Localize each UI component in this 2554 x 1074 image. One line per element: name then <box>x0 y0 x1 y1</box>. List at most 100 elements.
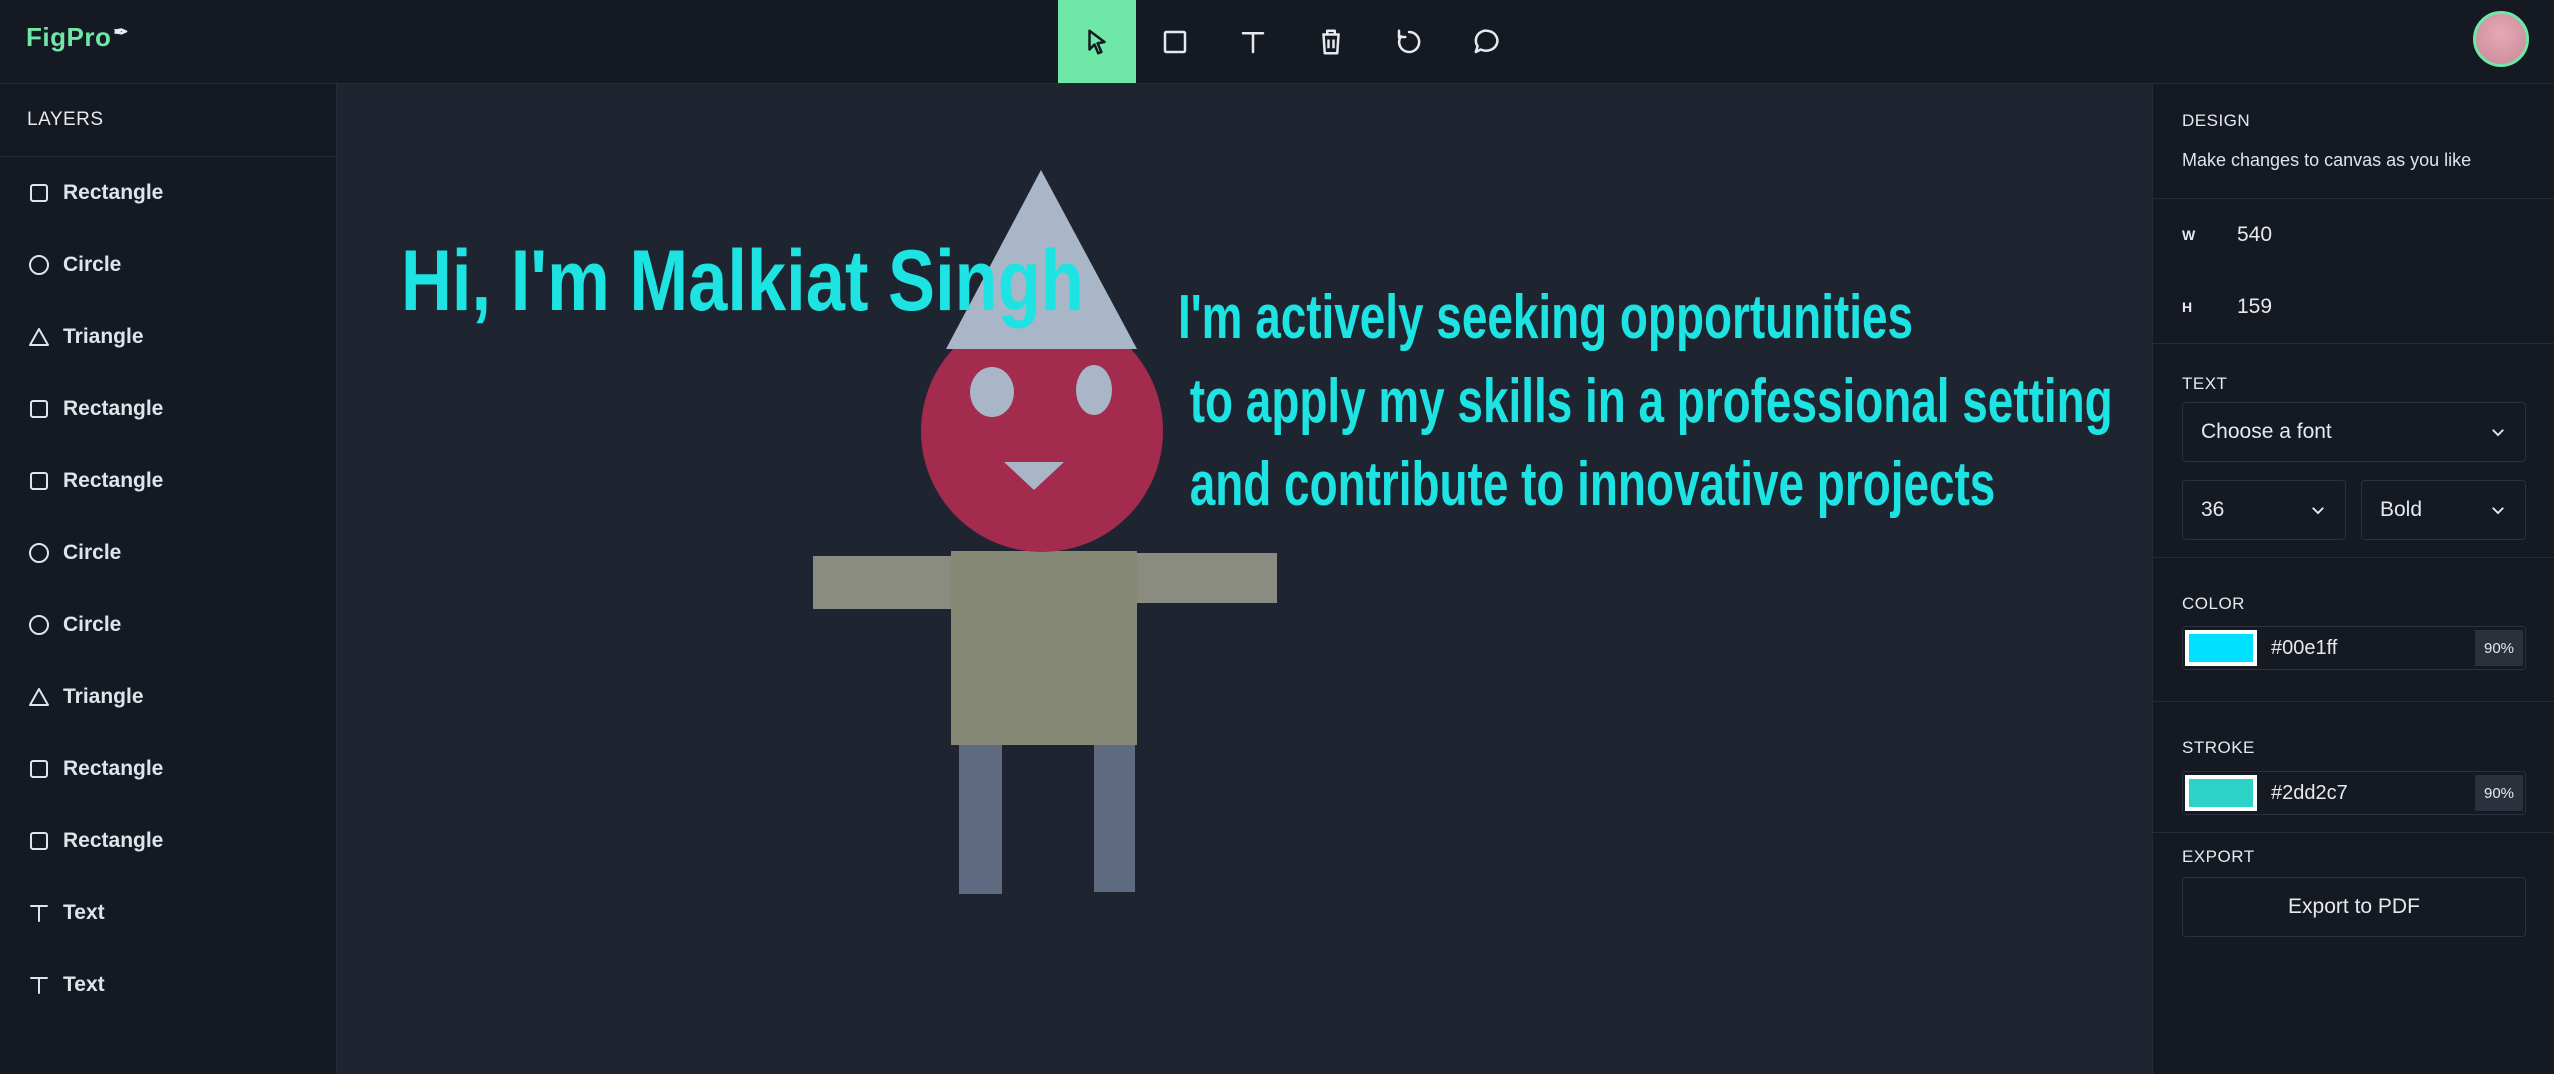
design-title: DESIGN <box>2182 111 2251 130</box>
layer-item[interactable]: Circle <box>0 589 336 661</box>
rectangle-tool-button[interactable] <box>1136 0 1214 83</box>
text-section: TEXT Choose a font 36 Bold <box>2153 344 2554 558</box>
bio-line-3[interactable]: and contribute to innovative projects <box>1177 449 1996 520</box>
text-title: TEXT <box>2182 374 2228 393</box>
square-icon <box>27 469 51 493</box>
layer-label: Rectangle <box>63 829 164 852</box>
chevron-down-icon <box>2492 507 2504 515</box>
cursor-icon <box>1088 29 1106 54</box>
stroke-color-swatch[interactable] <box>2185 775 2257 811</box>
color-section: COLOR #00e1ff 90% <box>2153 558 2554 702</box>
fill-color-hex[interactable]: #00e1ff <box>2271 637 2475 660</box>
layer-item[interactable]: Rectangle <box>0 373 336 445</box>
comment-icon <box>1474 28 1499 53</box>
select-tool-button[interactable] <box>1058 0 1136 83</box>
width-row: W 540 <box>2182 199 2526 271</box>
layer-label: Rectangle <box>63 181 164 204</box>
circle-icon <box>27 613 51 637</box>
square-icon <box>1163 30 1187 53</box>
comment-tool-button[interactable] <box>1448 0 1526 83</box>
bio-line-2[interactable]: to apply my skills in a professional set… <box>1177 366 2113 437</box>
fill-color-swatch[interactable] <box>2185 630 2257 666</box>
font-family-value: Choose a font <box>2201 420 2332 443</box>
circle-icon <box>27 541 51 565</box>
fill-opacity[interactable]: 90% <box>2475 630 2523 666</box>
layer-label: Rectangle <box>63 469 164 492</box>
stroke-color-hex[interactable]: #2dd2c7 <box>2271 782 2475 805</box>
triangle-icon <box>27 325 51 349</box>
feather-icon: ✒ <box>113 22 129 42</box>
stroke-section: STROKE #2dd2c7 90% <box>2153 702 2554 833</box>
delete-tool-button[interactable] <box>1292 0 1370 83</box>
square-icon <box>27 181 51 205</box>
export-section: EXPORT Export to PDF <box>2153 833 2554 973</box>
color-title: COLOR <box>2182 594 2245 613</box>
rotate-icon <box>1397 29 1421 53</box>
square-icon <box>27 757 51 781</box>
left-eye-circle[interactable] <box>970 367 1014 417</box>
layer-item[interactable]: Rectangle <box>0 805 336 877</box>
fill-color-row: #00e1ff 90% <box>2182 626 2526 670</box>
font-weight-select[interactable]: Bold <box>2361 480 2526 540</box>
toolbar <box>1058 0 1526 83</box>
layer-item[interactable]: Triangle <box>0 661 336 733</box>
circle-icon <box>27 253 51 277</box>
layer-item[interactable]: Rectangle <box>0 157 336 229</box>
layer-item[interactable]: Rectangle <box>0 445 336 517</box>
layer-item[interactable]: Text <box>0 949 336 1021</box>
drawing-canvas[interactable]: Hi, I'm Malkiat Singh I'm actively seeki… <box>337 84 2151 1074</box>
reset-tool-button[interactable] <box>1370 0 1448 83</box>
font-size-value: 36 <box>2201 498 2225 521</box>
layer-label: Text <box>63 973 105 996</box>
headline-text[interactable]: Hi, I'm Malkiat Singh <box>401 232 1084 331</box>
logo-text: FigPro <box>26 22 112 52</box>
body-rectangle[interactable] <box>951 551 1137 745</box>
stroke-color-row: #2dd2c7 90% <box>2182 771 2526 815</box>
layer-item[interactable]: Text <box>0 877 336 949</box>
stroke-title: STROKE <box>2182 738 2255 757</box>
right-eye-circle[interactable] <box>1076 365 1112 415</box>
stroke-opacity[interactable]: 90% <box>2475 775 2523 811</box>
user-avatar[interactable] <box>2473 11 2529 67</box>
layer-label: Triangle <box>63 685 144 708</box>
layer-label: Triangle <box>63 325 144 348</box>
height-row: H 159 <box>2182 271 2526 343</box>
layer-label: Circle <box>63 613 122 636</box>
design-panel: DESIGN Make changes to canvas as you lik… <box>2152 84 2554 1074</box>
right-arm-rectangle[interactable] <box>1127 553 1277 603</box>
chevron-down-icon <box>2492 429 2504 437</box>
trash-icon <box>1322 29 1340 54</box>
dimensions-section: W 540 H 159 <box>2153 199 2554 344</box>
height-label: H <box>2182 299 2193 315</box>
layers-sidebar: LAYERS Rectangle Circle Triangle Rectangle R… <box>0 84 337 1074</box>
export-title: EXPORT <box>2182 847 2255 866</box>
text-icon <box>27 973 51 997</box>
right-leg-rectangle[interactable] <box>1094 742 1135 892</box>
text-tool-button[interactable] <box>1214 0 1292 83</box>
layer-item[interactable]: Circle <box>0 229 336 301</box>
left-arm-rectangle[interactable] <box>813 556 963 609</box>
width-label: W <box>2182 227 2196 243</box>
square-icon <box>27 397 51 421</box>
layer-label: Circle <box>63 253 122 276</box>
width-input[interactable]: 540 <box>2237 223 2272 247</box>
app-logo[interactable]: FigPro ✒ <box>26 22 129 53</box>
square-icon <box>27 829 51 853</box>
font-family-select[interactable]: Choose a font <box>2182 402 2526 462</box>
layer-label: Text <box>63 901 105 924</box>
height-input[interactable]: 159 <box>2237 295 2272 319</box>
triangle-icon <box>27 685 51 709</box>
font-weight-value: Bold <box>2380 498 2423 521</box>
layer-label: Circle <box>63 541 122 564</box>
design-section: DESIGN Make changes to canvas as you lik… <box>2153 84 2554 199</box>
font-size-select[interactable]: 36 <box>2182 480 2346 540</box>
layer-label: Rectangle <box>63 757 164 780</box>
layer-item[interactable]: Rectangle <box>0 733 336 805</box>
layer-item[interactable]: Circle <box>0 517 336 589</box>
layers-list: Rectangle Circle Triangle Rectangle Rectangl… <box>0 157 336 1021</box>
left-leg-rectangle[interactable] <box>959 744 1002 894</box>
export-pdf-button[interactable]: Export to PDF <box>2182 877 2526 937</box>
bio-line-1[interactable]: I'm actively seeking opportunities <box>1178 282 1913 353</box>
layer-label: Rectangle <box>63 397 164 420</box>
layer-item[interactable]: Triangle <box>0 301 336 373</box>
